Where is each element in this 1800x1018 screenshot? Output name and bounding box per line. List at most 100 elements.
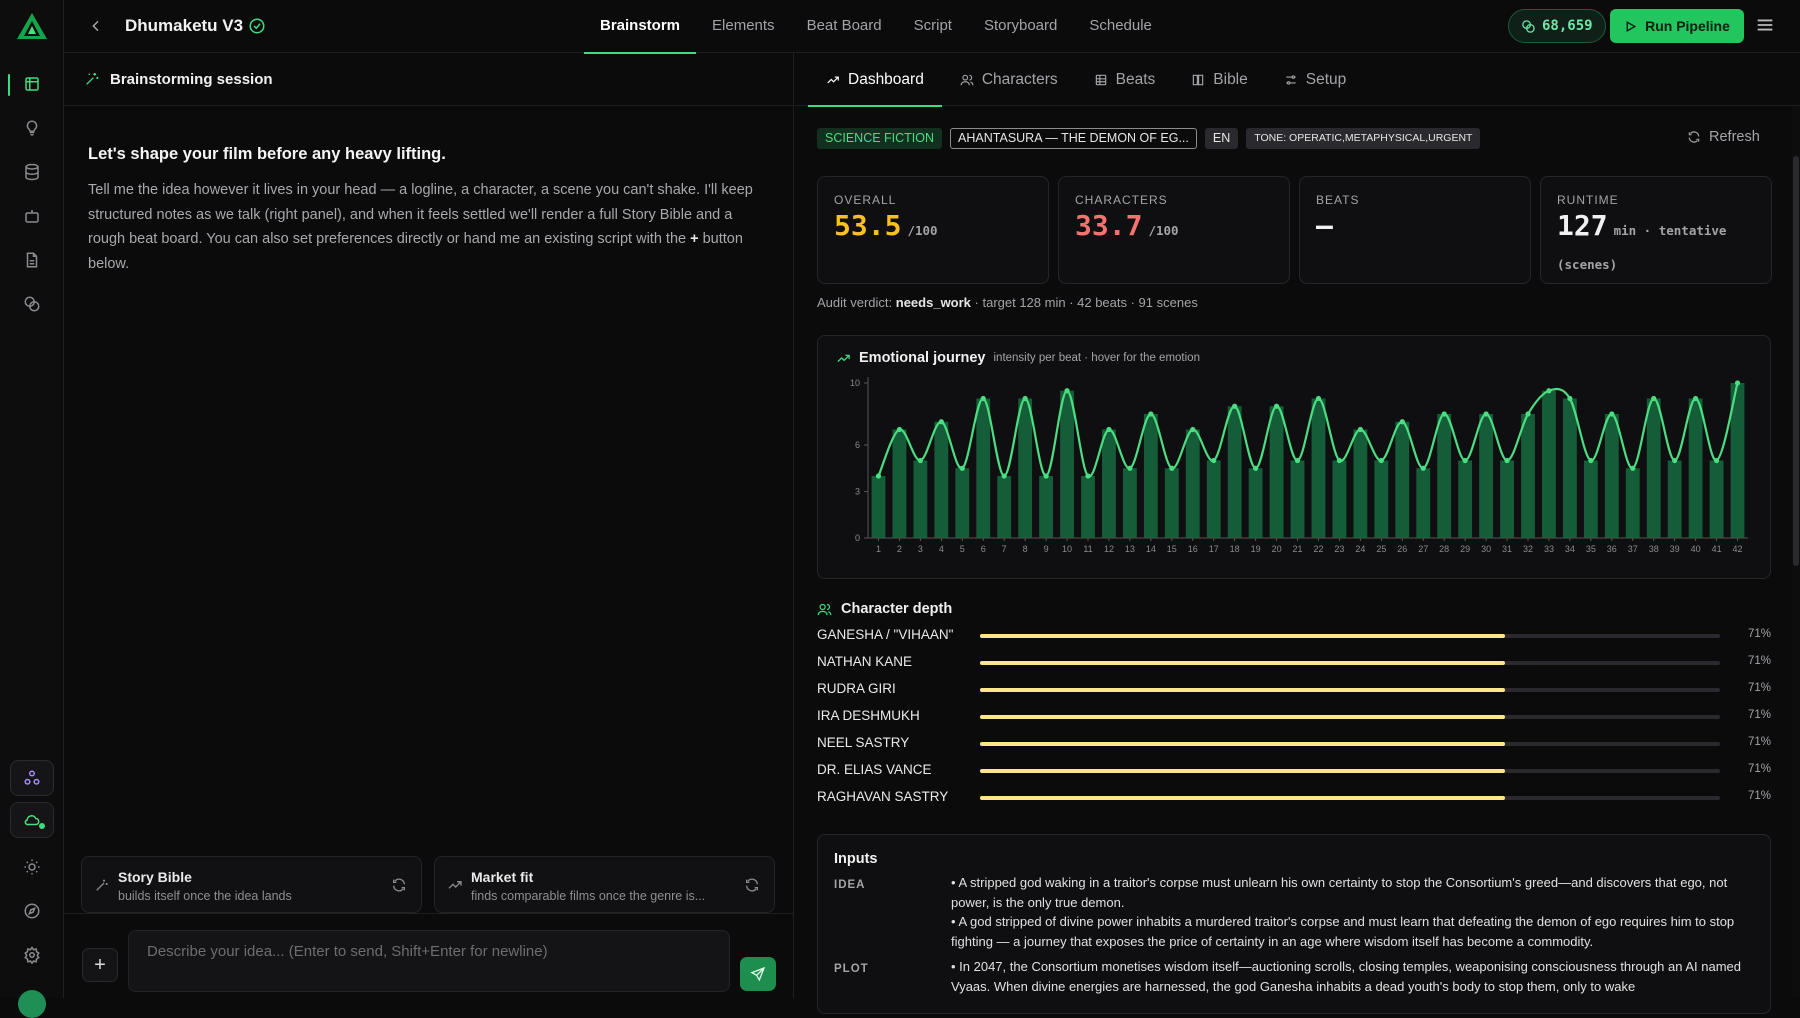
brainstorm-chat-panel: Brainstorming session Let's shape your f… [64, 53, 794, 998]
refresh-icon[interactable] [744, 877, 760, 893]
x-tick-label: 19 [1251, 544, 1261, 554]
x-tick-label: 22 [1313, 544, 1323, 554]
beat-intensity-bar [1185, 429, 1200, 538]
trend-icon [448, 881, 462, 889]
tab-dashboard[interactable]: Dashboard [808, 53, 942, 107]
tab-script[interactable]: Script [898, 0, 968, 53]
depth-bar-fill [980, 742, 1506, 746]
x-tick-label: 14 [1146, 544, 1156, 554]
panel-tabs: Dashboard Characters Beats Bible Setup [795, 53, 1800, 107]
beat-point [1357, 426, 1363, 433]
back-chevron-icon[interactable] [84, 14, 108, 38]
market-fit-card[interactable]: Market fit finds comparable films once t… [434, 856, 775, 913]
idea-item: • A god stripped of divine power inhabit… [951, 914, 1735, 949]
beat-point [1588, 457, 1594, 464]
depth-percent: 71% [1747, 682, 1771, 694]
database-icon[interactable] [18, 158, 46, 186]
inputs-title: Inputs [834, 851, 878, 867]
character-name: RUDRA GIRI [817, 681, 896, 696]
x-tick-label: 5 [960, 544, 965, 554]
depth-bar-fill [980, 688, 1506, 692]
refresh-button[interactable]: Refresh [1687, 129, 1760, 145]
tab-brainstorm[interactable]: Brainstorm [584, 0, 697, 54]
sparkles-icon [86, 73, 99, 85]
sun-icon[interactable] [18, 853, 46, 881]
top-bar: Dhumaketu V3 Brainstorm Elements Beat Bo… [64, 0, 1800, 54]
audit-verdict-value: needs_work [895, 295, 971, 310]
scrollbar-thumb[interactable] [1793, 156, 1799, 566]
tab-storyboard[interactable]: Storyboard [968, 0, 1073, 53]
depth-bar-fill [980, 634, 1506, 638]
beat-point [980, 395, 986, 402]
overall-score-card: OVERALL 53.5/100 [817, 176, 1049, 284]
rail-active-indicator [8, 74, 10, 96]
main-nav-tabs: Brainstorm Elements Beat Board Script St… [584, 0, 1168, 54]
attach-plus-button[interactable]: + [82, 948, 118, 982]
status-dot [39, 823, 45, 829]
beat-point [1483, 411, 1489, 417]
audit-prefix: Audit verdict: [817, 295, 896, 310]
trend-icon [837, 354, 850, 362]
tab-setup[interactable]: Setup [1266, 53, 1365, 106]
tab-elements[interactable]: Elements [696, 0, 791, 53]
hamburger-menu-icon[interactable] [1754, 14, 1778, 38]
coins-icon[interactable] [18, 290, 46, 318]
panel-scrollbar[interactable] [1792, 106, 1800, 998]
journey-title: Emotional journey [859, 350, 986, 366]
beat-intensity-bar [1688, 398, 1703, 538]
beat-intensity-bar [913, 460, 928, 538]
beat-point [1001, 473, 1007, 479]
beat-intensity-bar [1060, 390, 1074, 538]
audit-suffix: · target 128 min · 42 beats · 91 scenes [970, 295, 1198, 310]
depth-percent: 71% [1747, 736, 1771, 748]
emotional-journey-chart[interactable]: 036101 2 3 4 5 6 7 8 9 10 11 12 13 14 15 16 17 18 19 20 21 22… [818, 336, 1772, 580]
play-icon [1626, 20, 1637, 32]
lightbulb-icon[interactable] [18, 114, 46, 142]
idea-text: • A stripped god waking in a traitor's c… [951, 873, 1751, 951]
tab-beat-board[interactable]: Beat Board [791, 0, 898, 53]
runtime-value: 127 min · tentative (scenes) [1557, 209, 1757, 281]
character-depth-header: Character depth [817, 601, 952, 617]
compass-icon[interactable] [18, 897, 46, 925]
send-button[interactable] [740, 957, 776, 991]
beat-intensity-bar [1122, 468, 1137, 538]
story-bible-card[interactable]: Story Bible builds itself once the idea … [81, 856, 422, 913]
tab-schedule[interactable]: Schedule [1073, 0, 1168, 53]
language-tag: EN [1204, 128, 1239, 149]
beat-point [1378, 457, 1384, 464]
credits-badge[interactable]: 68,659 [1508, 9, 1606, 43]
run-pipeline-button[interactable]: Run Pipeline [1610, 9, 1744, 43]
beat-point [1672, 457, 1678, 464]
overall-label: OVERALL [834, 193, 897, 207]
depth-bar-fill [980, 715, 1506, 719]
brainstorm-icon[interactable] [18, 70, 46, 98]
tab-beats[interactable]: Beats [1076, 53, 1174, 106]
project-tags: SCIENCE FICTION AHANTASURA — THE DEMON O… [817, 128, 1481, 149]
beat-intensity-bar [1437, 414, 1452, 538]
tab-characters[interactable]: Characters [942, 53, 1076, 106]
x-tick-label: 34 [1565, 544, 1575, 554]
beat-point [1022, 395, 1028, 402]
y-tick-label: 6 [855, 440, 860, 450]
overall-value: 53.5/100 [834, 209, 938, 242]
beats-score-card: BEATS — [1299, 176, 1531, 284]
user-avatar[interactable] [18, 990, 46, 1018]
depth-bar-track [980, 634, 1720, 638]
beat-point [1211, 457, 1217, 464]
plot-text: • In 2047, the Consortium monetises wisd… [951, 957, 1751, 996]
beat-intensity-bar [1709, 460, 1724, 538]
beat-point [1504, 457, 1510, 464]
robot-icon[interactable] [18, 202, 46, 230]
app-logo-icon[interactable] [16, 12, 48, 40]
magic-wand-icon [96, 879, 108, 891]
refresh-icon[interactable] [391, 877, 407, 893]
x-tick-label: 24 [1355, 544, 1365, 554]
document-icon[interactable] [18, 246, 46, 274]
settings-gear-icon[interactable] [18, 941, 46, 969]
tab-bible[interactable]: Bible [1173, 53, 1265, 106]
cloud-status-icon[interactable] [10, 802, 54, 838]
character-depth-row: RAGHAVAN SASTRY 71% [817, 783, 1771, 810]
idea-input[interactable] [128, 930, 730, 992]
network-icon[interactable] [10, 760, 54, 796]
character-depth-row: NEEL SASTRY 71% [817, 729, 1771, 756]
